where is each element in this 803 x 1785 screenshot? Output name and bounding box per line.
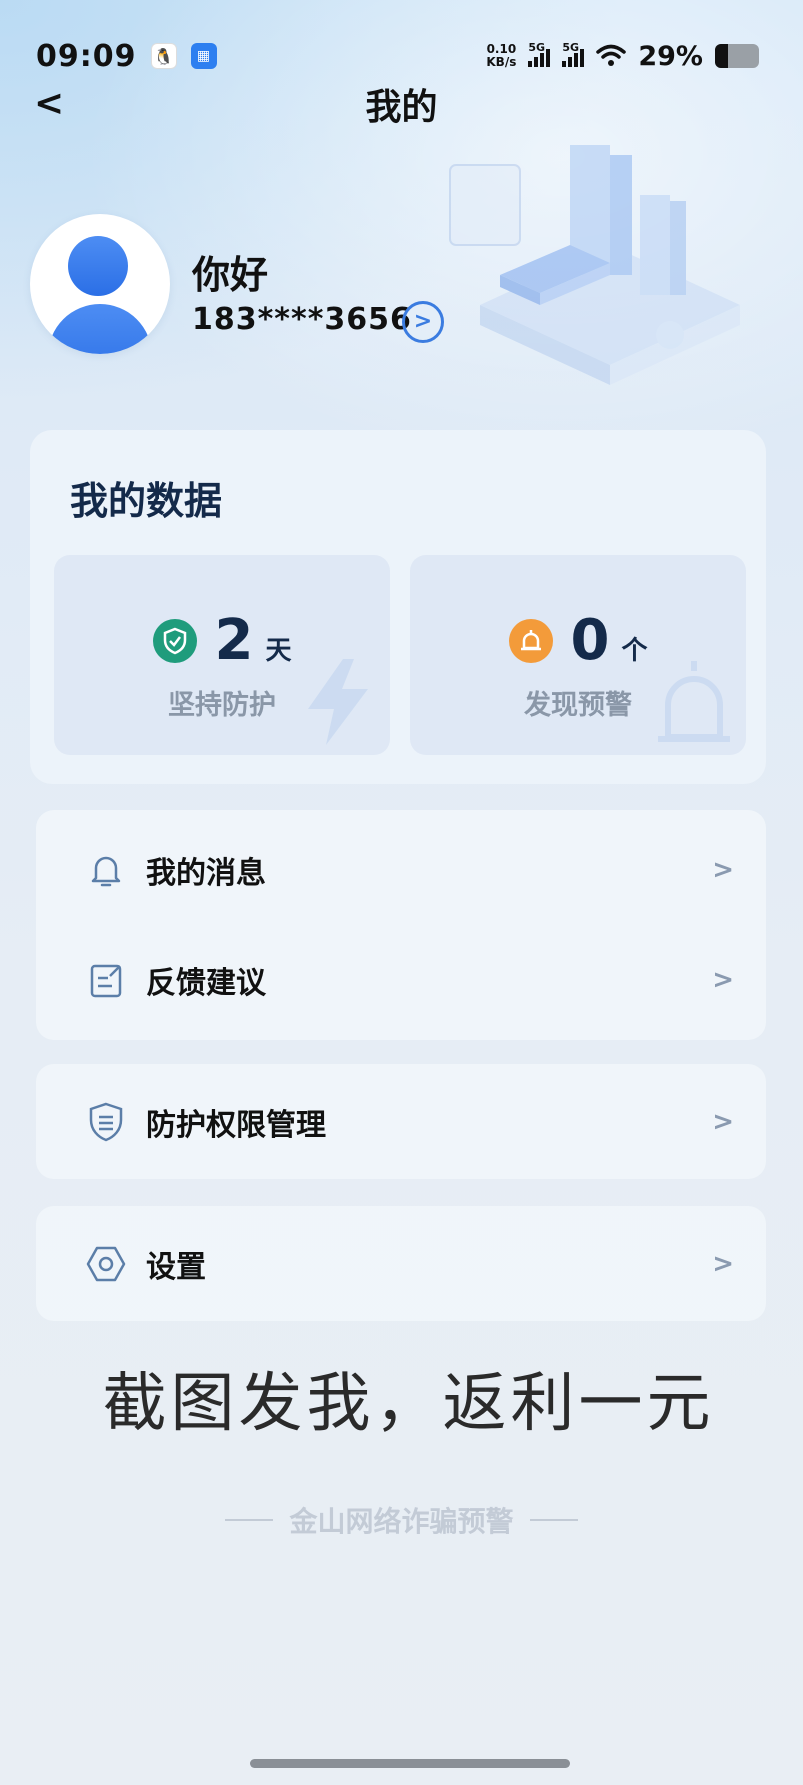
network-speed-unit: KB/s — [486, 55, 517, 69]
chevron-right-icon: > — [712, 1106, 734, 1137]
alarm-light-icon — [508, 619, 553, 663]
sim2-label: 5G — [562, 41, 580, 54]
profile-arrow-icon[interactable]: > — [402, 301, 444, 343]
data-illustration — [449, 145, 740, 385]
footer-divider-left — [225, 1519, 274, 1521]
battery-percent: 29% — [638, 40, 703, 72]
wifi-icon — [596, 44, 627, 66]
promo-text: 截图发我，返利一元 — [102, 1367, 715, 1441]
protection-days-value: 2 — [214, 608, 254, 673]
footer-text: 金山网络诈骗预警 — [289, 1505, 514, 1538]
lightning-icon — [308, 659, 368, 745]
user-greeting: 你好 — [192, 253, 269, 297]
chevron-right-icon: > — [712, 1248, 734, 1279]
bell-icon — [91, 856, 121, 887]
sim1-label: 5G — [528, 41, 546, 54]
menu-label-protection-permissions: 防护权限管理 — [146, 1107, 326, 1143]
menu-label-settings: 设置 — [146, 1249, 206, 1285]
menu-card-messages-feedback: 我的消息 > 反馈建议 > — [36, 810, 766, 1040]
menu-label-my-messages: 我的消息 — [146, 856, 266, 891]
battery-fill — [715, 44, 728, 68]
menu-label-feedback: 反馈建议 — [146, 966, 266, 1001]
hexagon-settings-icon — [86, 1246, 126, 1281]
chevron-right-icon: > — [712, 855, 734, 885]
avatar[interactable] — [30, 214, 170, 354]
status-bar: 09:09 🐧 ▦ 0.10 KB/s 5G 5G 29% — [36, 36, 759, 76]
protection-days-stat[interactable]: 2 天 坚持防护 — [54, 555, 390, 755]
home-indicator[interactable] — [250, 1759, 570, 1768]
menu-card-settings: 设置 > — [36, 1206, 766, 1321]
my-data-card: 我的数据 2 天 坚持防护 0 个 发现预警 — [30, 430, 766, 784]
alarm-light-deco-icon — [658, 661, 730, 742]
footer-divider-right — [529, 1519, 578, 1521]
qq-penguin-icon: 🐧 — [150, 43, 177, 69]
status-time: 09:09 — [36, 38, 137, 74]
user-phone: 183****3656 — [192, 302, 412, 337]
menu-item-settings[interactable]: 设置 > — [36, 1206, 766, 1321]
avatar-head — [68, 236, 128, 296]
battery-icon — [715, 44, 759, 68]
shield-check-icon — [152, 619, 197, 663]
network-speed: 0.10 KB/s — [486, 43, 516, 69]
warnings-found-value: 0 — [570, 608, 610, 673]
page-title: 我的 — [365, 87, 438, 128]
menu-item-feedback[interactable]: 反馈建议 > — [36, 925, 766, 1035]
menu-item-protection-permissions[interactable]: 防护权限管理 > — [36, 1064, 766, 1179]
blue-app-icon: ▦ — [190, 43, 217, 69]
footer-branding: 金山网络诈骗预警 — [0, 1500, 803, 1540]
warnings-found-stat[interactable]: 0 个 发现预警 — [410, 555, 746, 755]
chevron-right-icon: > — [712, 965, 734, 995]
status-indicators: 0.10 KB/s 5G 5G 29% — [486, 41, 759, 72]
my-data-title: 我的数据 — [70, 479, 223, 523]
menu-item-my-messages[interactable]: 我的消息 > — [36, 815, 766, 925]
signal-sim1-icon: 5G — [528, 41, 551, 67]
edit-note-icon — [90, 964, 122, 998]
protection-days-unit: 天 — [265, 636, 292, 666]
shield-settings-icon — [89, 1102, 123, 1141]
menu-card-permissions: 防护权限管理 > — [36, 1064, 766, 1179]
avatar-body — [48, 304, 152, 354]
signal-sim2-icon: 5G — [562, 41, 585, 67]
warnings-found-unit: 个 — [621, 636, 648, 666]
